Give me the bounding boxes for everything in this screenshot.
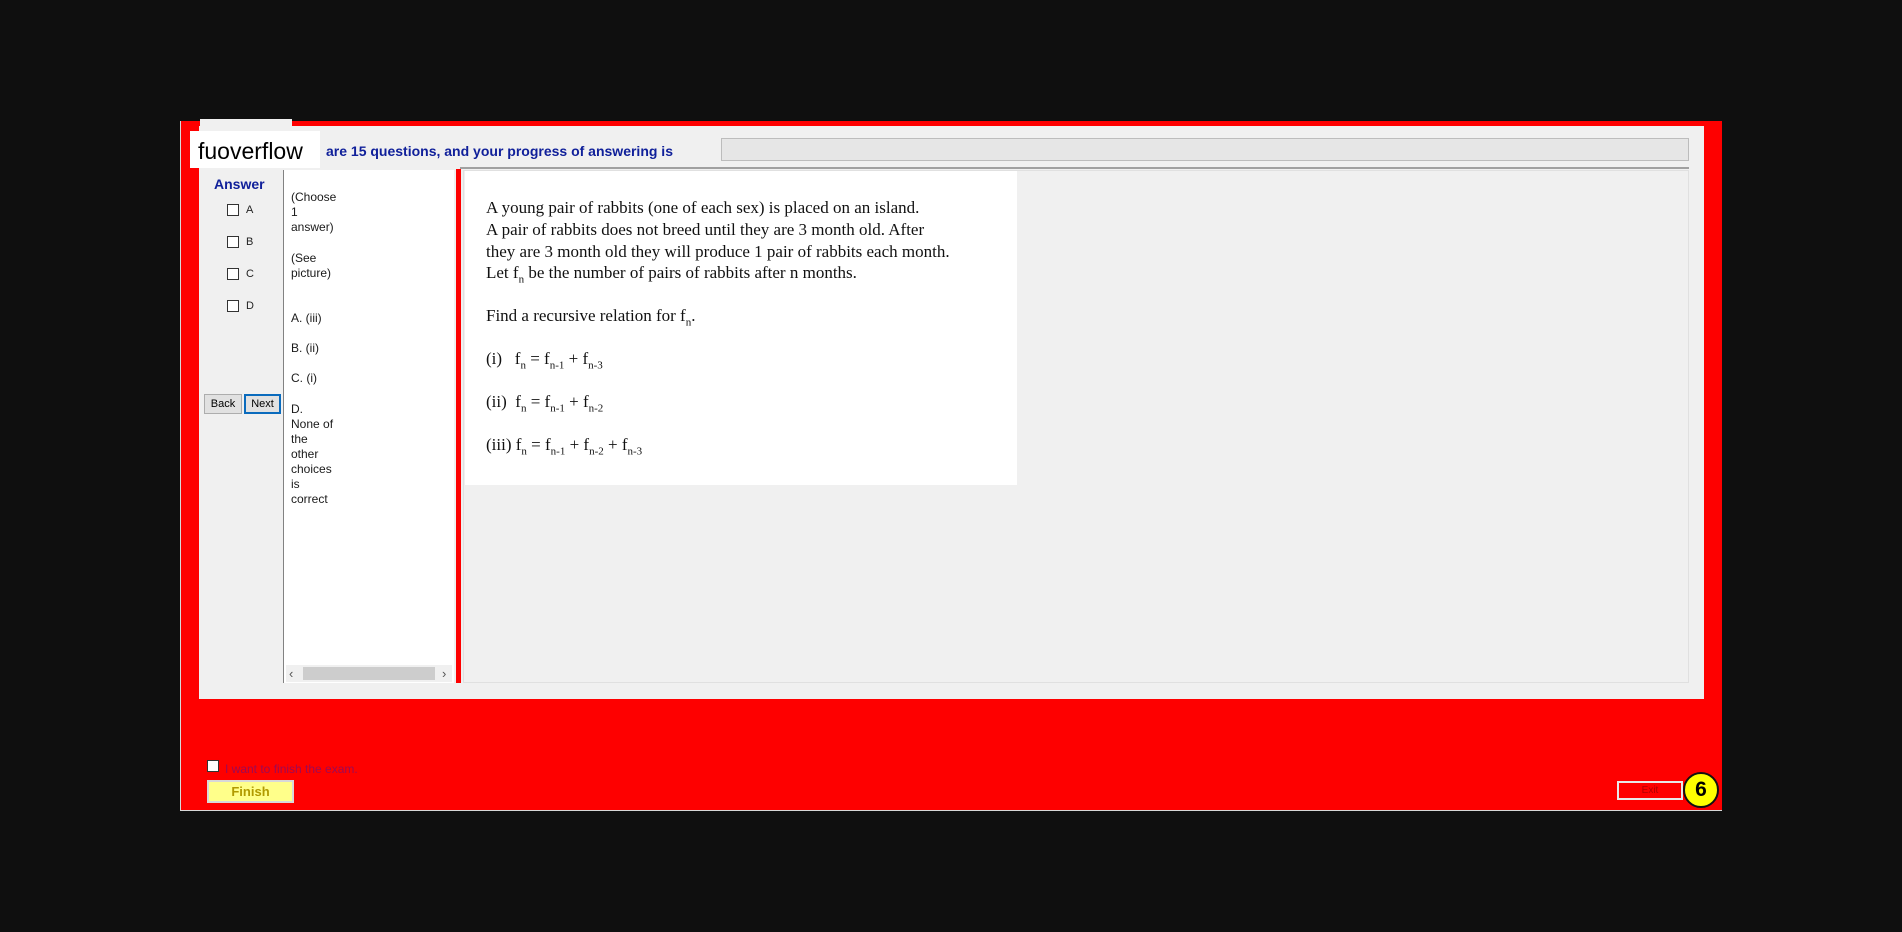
scroll-right-icon[interactable]: › xyxy=(442,665,446,682)
question-line: A pair of rabbits does not breed until t… xyxy=(486,220,925,239)
scroll-thumb[interactable] xyxy=(303,667,435,680)
choice-text: correct xyxy=(291,492,328,506)
choice-a: A. (iii) xyxy=(291,311,322,325)
choice-d: D. xyxy=(291,402,303,416)
splitter[interactable] xyxy=(456,169,461,683)
checkbox[interactable] xyxy=(227,300,239,312)
exit-button[interactable]: Exit xyxy=(1617,781,1683,800)
choice-text: picture) xyxy=(291,266,332,280)
option-label: C xyxy=(246,268,254,280)
back-button[interactable]: Back xyxy=(204,394,242,414)
option-label: D xyxy=(246,300,254,312)
option-label: B xyxy=(246,236,254,248)
checkbox[interactable] xyxy=(227,236,239,248)
option-b[interactable]: B xyxy=(227,236,253,248)
scroll-left-icon[interactable]: ‹ xyxy=(289,665,293,682)
choice-text: (See xyxy=(291,251,317,265)
choice-b: B. (ii) xyxy=(291,341,319,355)
option-d[interactable]: D xyxy=(227,300,254,312)
choice-text: 1 xyxy=(291,205,298,219)
divider xyxy=(460,167,1689,169)
answer-label: Answer xyxy=(214,176,265,192)
checkbox[interactable] xyxy=(227,268,239,280)
question-line: they are 3 month old they will produce 1… xyxy=(486,242,950,261)
choice-text: choices xyxy=(291,462,332,476)
option-a[interactable]: A xyxy=(227,204,253,216)
formula-ii: (ii) fn = fn-1 + fn-2 xyxy=(486,392,604,415)
choices-panel: (Choose 1 answer) (See picture) A. (iii)… xyxy=(283,170,454,683)
formula-iii: (iii) fn = fn-1 + fn-2 + fn-3 xyxy=(486,435,643,458)
checkbox[interactable] xyxy=(227,204,239,216)
choice-text: other xyxy=(291,447,319,461)
progress-text: are 15 questions, and your progress of a… xyxy=(326,143,673,159)
progress-bar xyxy=(721,138,1689,161)
question-line: Let fn be the number of pairs of rabbits… xyxy=(486,263,857,286)
formula-i: (i) fn = fn-1 + fn-3 xyxy=(486,349,603,372)
brand-logo: fuoverflow xyxy=(190,131,320,168)
question-line: A young pair of rabbits (one of each sex… xyxy=(486,198,920,217)
horizontal-scrollbar[interactable]: ‹ › xyxy=(286,665,452,682)
choice-c: C. (i) xyxy=(291,371,317,385)
question-prompt: Find a recursive relation for fn. xyxy=(486,306,696,329)
choice-text: answer) xyxy=(291,220,334,234)
next-button[interactable]: Next xyxy=(244,394,281,414)
option-c[interactable]: C xyxy=(227,268,254,280)
option-label: A xyxy=(246,204,254,216)
finish-checkbox-label[interactable]: I want to finish the exam. xyxy=(225,762,358,776)
finish-checkbox[interactable] xyxy=(207,760,219,772)
finish-button[interactable]: Finish xyxy=(207,780,294,803)
choice-text: (Choose xyxy=(291,190,337,204)
timer-badge: 6 xyxy=(1683,772,1719,808)
choice-text: is xyxy=(291,477,300,491)
choice-text: the xyxy=(291,432,308,446)
choice-text: None of xyxy=(291,417,334,431)
